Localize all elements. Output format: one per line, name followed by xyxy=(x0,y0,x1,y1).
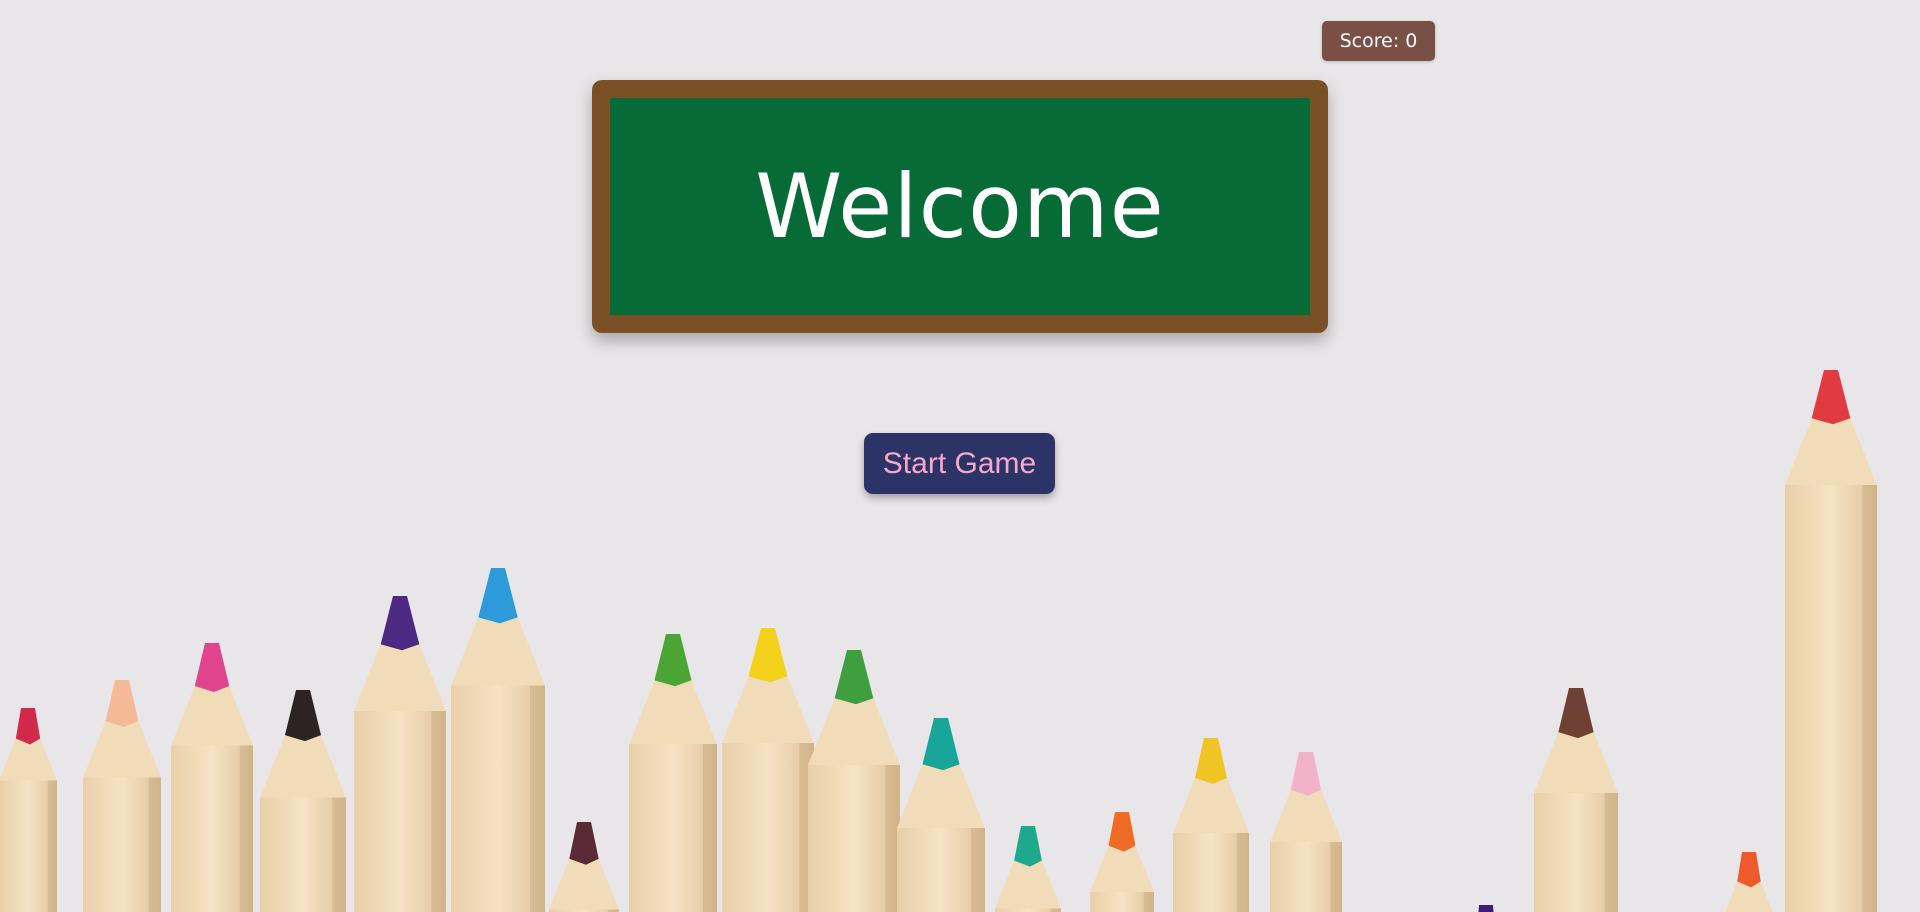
welcome-title: Welcome xyxy=(755,155,1165,258)
score-display: Score: 0 xyxy=(1322,21,1435,61)
start-game-button[interactable]: Start Game xyxy=(864,433,1055,494)
chalkboard-surface: Welcome xyxy=(610,98,1310,315)
chalkboard-frame: Welcome xyxy=(592,80,1328,333)
pencil-decoration xyxy=(1785,370,1877,912)
